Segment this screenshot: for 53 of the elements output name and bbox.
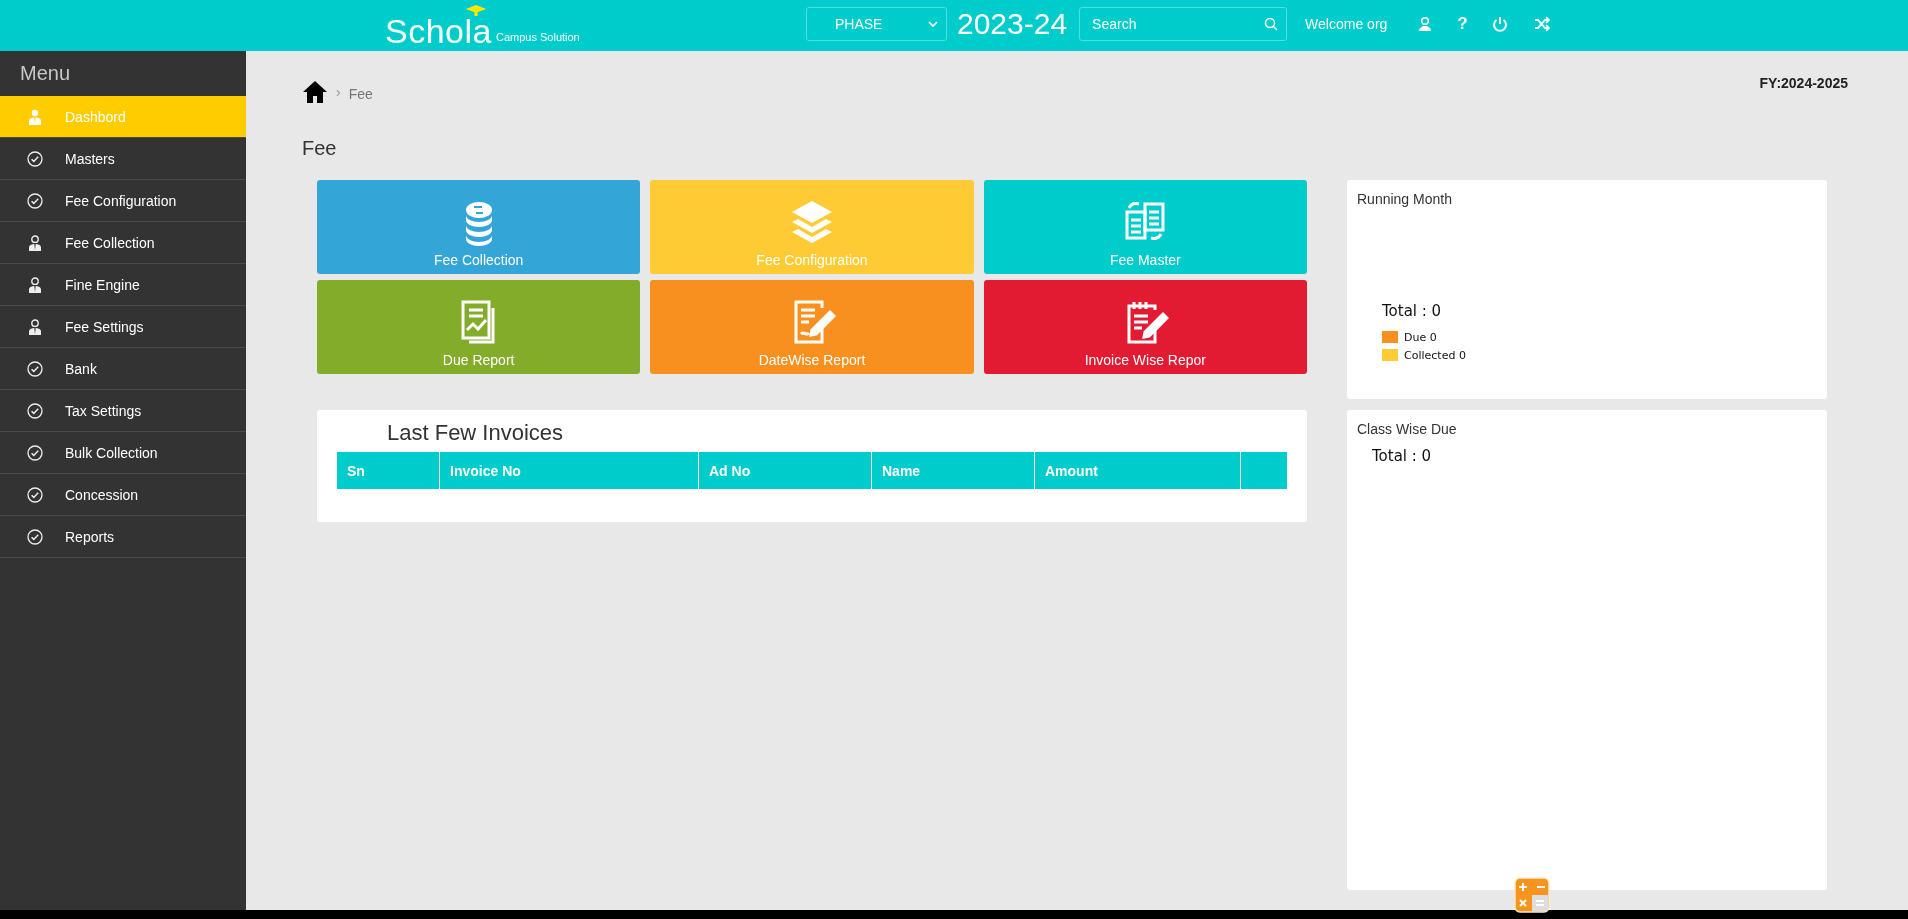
check-circle-icon xyxy=(27,402,43,419)
check-circle-icon xyxy=(27,528,43,545)
logo-text: Schola xyxy=(385,17,492,45)
sidebar-item[interactable]: Reports xyxy=(0,516,246,558)
total-text: Total : 0 xyxy=(1382,302,1443,320)
sidebar-item[interactable]: Fee Settings xyxy=(0,306,246,348)
card-title: Last Few Invoices xyxy=(387,420,565,446)
check-circle-icon xyxy=(27,486,43,503)
check-circle-icon xyxy=(27,192,43,209)
sidebar-item[interactable]: Bank xyxy=(0,348,246,390)
user-icon xyxy=(27,234,43,251)
sidebar-item[interactable]: Fine Engine xyxy=(0,264,246,306)
breadcrumb-separator: › xyxy=(336,84,341,100)
sidebar-item[interactable]: Bulk Collection xyxy=(0,432,246,474)
shuffle-icon[interactable] xyxy=(1533,16,1550,32)
user-icon xyxy=(27,318,43,335)
card-title: Running Month xyxy=(1357,191,1453,207)
dashboard-tile[interactable]: Invoice Wise Repor xyxy=(983,280,1307,374)
column-header: Sn xyxy=(337,452,440,489)
sidebar-item[interactable]: Masters xyxy=(0,138,246,180)
legend-label: Collected 0 xyxy=(1404,348,1466,362)
search-icon[interactable] xyxy=(1264,17,1279,31)
sidebar-item[interactable]: Fee Configuration xyxy=(0,180,246,222)
column-header xyxy=(1240,452,1287,489)
user-icon xyxy=(27,276,43,293)
calculator-icon[interactable] xyxy=(1514,877,1550,913)
total-text: Total : 0 xyxy=(1372,447,1433,465)
sidebar-item[interactable]: Fee Collection xyxy=(0,222,246,264)
check-circle-icon xyxy=(27,150,43,167)
tagline: Campus Solution xyxy=(495,31,580,43)
sidebar-item[interactable]: Concession xyxy=(0,474,246,516)
power-icon[interactable] xyxy=(1491,16,1508,32)
home-icon[interactable] xyxy=(302,80,328,104)
welcome-text: Welcome org xyxy=(1305,16,1388,32)
column-header: Invoice No xyxy=(439,452,699,489)
column-header: Amount xyxy=(1034,452,1241,489)
chevron-down-icon xyxy=(928,20,938,28)
legend-label: Due 0 xyxy=(1404,330,1437,344)
page-title: Fee xyxy=(302,137,338,160)
menu-title: Menu xyxy=(19,61,72,86)
academic-year: 2023-24 xyxy=(957,7,1068,41)
search-field[interactable]: Search xyxy=(1079,7,1288,41)
graduation-cap-icon xyxy=(465,5,487,16)
check-circle-icon xyxy=(27,360,43,377)
user-icon[interactable] xyxy=(1417,16,1434,32)
breadcrumb-current: Fee xyxy=(348,86,373,102)
sidebar-item[interactable]: Tax Settings xyxy=(0,390,246,432)
card-title: Class Wise Due xyxy=(1357,421,1458,437)
column-header: Name xyxy=(871,452,1035,489)
column-header: Ad No xyxy=(698,452,872,489)
check-circle-icon xyxy=(27,444,43,461)
fiscal-year: FY:2024-2025 xyxy=(1759,75,1848,91)
person-icon xyxy=(27,108,43,125)
